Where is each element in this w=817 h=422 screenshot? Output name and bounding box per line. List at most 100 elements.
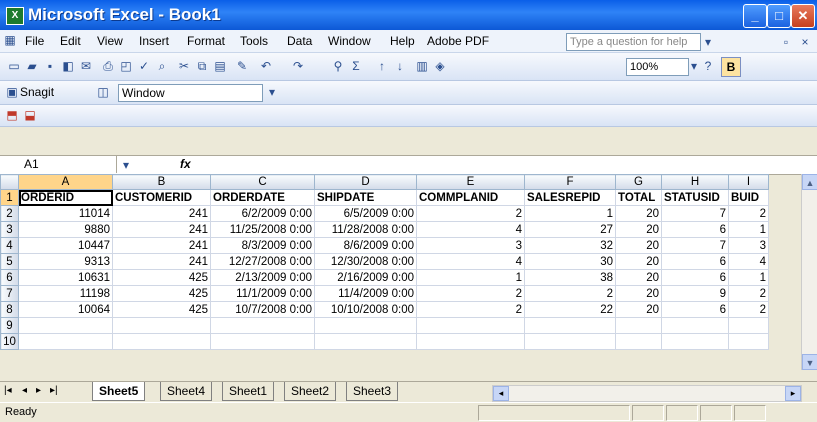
row-header[interactable]: 4 bbox=[0, 237, 19, 254]
cell[interactable]: 11/28/2008 0:00 bbox=[314, 221, 417, 238]
snagit-capture-icon[interactable]: ▣ bbox=[4, 84, 20, 100]
sort-descending-icon[interactable]: ↓ bbox=[392, 58, 408, 74]
cell[interactable]: 10631 bbox=[18, 269, 113, 286]
column-header-i[interactable]: I bbox=[728, 174, 769, 190]
email-icon[interactable]: ✉ bbox=[78, 58, 94, 74]
tab-sheet4[interactable]: Sheet4 bbox=[160, 382, 213, 401]
print-icon[interactable]: ⎙ bbox=[100, 58, 116, 74]
cell[interactable]: SALESREPID bbox=[524, 189, 616, 206]
cell[interactable]: 22 bbox=[524, 301, 616, 318]
cell[interactable]: 11198 bbox=[18, 285, 113, 302]
copy-icon[interactable]: ⧉ bbox=[194, 58, 210, 74]
new-icon[interactable]: ▭ bbox=[6, 58, 22, 74]
minimize-button[interactable]: _ bbox=[743, 4, 767, 28]
cell[interactable] bbox=[18, 333, 113, 350]
cell[interactable]: 1 bbox=[728, 221, 769, 238]
cell[interactable] bbox=[615, 333, 662, 350]
menu-tools[interactable]: Tools bbox=[240, 34, 268, 48]
cell[interactable] bbox=[112, 333, 211, 350]
print-preview-icon[interactable]: ◰ bbox=[118, 58, 134, 74]
cell[interactable]: 20 bbox=[615, 285, 662, 302]
cell[interactable]: 4 bbox=[728, 253, 769, 270]
cell[interactable]: 10/10/2008 0:00 bbox=[314, 301, 417, 318]
autosum-icon[interactable]: Σ bbox=[348, 58, 364, 74]
menu-edit[interactable]: Edit bbox=[60, 34, 81, 48]
pdf-email-icon[interactable]: ⬓ bbox=[22, 107, 38, 123]
snagit-settings-icon[interactable]: ◫ bbox=[95, 84, 111, 100]
cell[interactable]: 6 bbox=[661, 301, 729, 318]
restore-workbook-icon[interactable]: ▫ bbox=[778, 34, 794, 50]
cell[interactable] bbox=[210, 317, 315, 334]
menu-file[interactable]: File bbox=[25, 34, 44, 48]
cell[interactable]: 4 bbox=[416, 221, 525, 238]
row-header[interactable]: 3 bbox=[0, 221, 19, 238]
cell[interactable]: TOTAL bbox=[615, 189, 662, 206]
cell[interactable] bbox=[524, 317, 616, 334]
hyperlink-icon[interactable]: ⚲ bbox=[330, 58, 346, 74]
capture-mode-select[interactable]: Window bbox=[118, 84, 263, 102]
horizontal-scrollbar[interactable]: ◂ ▸ bbox=[492, 385, 802, 402]
help-dropdown-icon[interactable]: ▾ bbox=[700, 34, 716, 50]
first-sheet-icon[interactable]: |◂ bbox=[4, 385, 12, 396]
cell[interactable]: 10/7/2008 0:00 bbox=[210, 301, 315, 318]
cell[interactable] bbox=[314, 333, 417, 350]
cell[interactable]: 1 bbox=[416, 269, 525, 286]
sort-ascending-icon[interactable]: ↑ bbox=[374, 58, 390, 74]
cell[interactable] bbox=[416, 333, 525, 350]
workbook-icon[interactable]: ▦ bbox=[2, 32, 18, 48]
drawing-icon[interactable]: ◈ bbox=[432, 58, 448, 74]
cell[interactable] bbox=[661, 317, 729, 334]
cell[interactable]: 241 bbox=[112, 253, 211, 270]
menu-insert[interactable]: Insert bbox=[139, 34, 169, 48]
cell[interactable] bbox=[18, 317, 113, 334]
cell[interactable]: 12/27/2008 0:00 bbox=[210, 253, 315, 270]
cell[interactable]: 2 bbox=[728, 205, 769, 222]
cell[interactable]: 11/4/2009 0:00 bbox=[314, 285, 417, 302]
cell[interactable]: 30 bbox=[524, 253, 616, 270]
cell[interactable] bbox=[728, 317, 769, 334]
cell[interactable]: 425 bbox=[112, 269, 211, 286]
cell[interactable]: ORDERID bbox=[18, 189, 113, 206]
cell[interactable]: BUID bbox=[728, 189, 769, 206]
row-header[interactable]: 6 bbox=[0, 269, 19, 286]
cell[interactable]: 20 bbox=[615, 269, 662, 286]
cell[interactable]: 2 bbox=[728, 285, 769, 302]
row-header[interactable]: 7 bbox=[0, 285, 19, 302]
help-search-input[interactable]: Type a question for help bbox=[566, 33, 701, 51]
redo-icon[interactable]: ↷ bbox=[290, 58, 306, 74]
spelling-icon[interactable]: ✓ bbox=[136, 58, 152, 74]
cell[interactable]: 2/13/2009 0:00 bbox=[210, 269, 315, 286]
bold-button[interactable]: B bbox=[721, 57, 741, 77]
cell[interactable]: 425 bbox=[112, 285, 211, 302]
cell[interactable]: 20 bbox=[615, 301, 662, 318]
cell[interactable]: 32 bbox=[524, 237, 616, 254]
cell[interactable]: 241 bbox=[112, 221, 211, 238]
help-icon[interactable]: ? bbox=[700, 58, 716, 74]
cell[interactable]: 3 bbox=[728, 237, 769, 254]
cell[interactable]: 27 bbox=[524, 221, 616, 238]
paste-icon[interactable]: ▤ bbox=[212, 58, 228, 74]
column-header-h[interactable]: H bbox=[661, 174, 729, 190]
cell[interactable]: 8/3/2009 0:00 bbox=[210, 237, 315, 254]
column-header-g[interactable]: G bbox=[615, 174, 662, 190]
column-header-b[interactable]: B bbox=[112, 174, 211, 190]
menu-view[interactable]: View bbox=[97, 34, 123, 48]
cell[interactable]: 6/5/2009 0:00 bbox=[314, 205, 417, 222]
snagit-label[interactable]: Snagit bbox=[20, 85, 54, 99]
column-header-e[interactable]: E bbox=[416, 174, 525, 190]
save-icon[interactable]: ▪ bbox=[42, 58, 58, 74]
cell[interactable]: STATUSID bbox=[661, 189, 729, 206]
cell[interactable]: 20 bbox=[615, 221, 662, 238]
row-header[interactable]: 8 bbox=[0, 301, 19, 318]
cell[interactable]: 11014 bbox=[18, 205, 113, 222]
tab-sheet3[interactable]: Sheet3 bbox=[346, 382, 399, 401]
row-header[interactable]: 10 bbox=[0, 333, 19, 350]
pdf-convert-icon[interactable]: ⬒ bbox=[4, 107, 20, 123]
menu-window[interactable]: Window bbox=[328, 34, 371, 48]
tab-sheet5[interactable]: Sheet5 bbox=[92, 382, 146, 401]
cell[interactable]: 12/30/2008 0:00 bbox=[314, 253, 417, 270]
cell[interactable]: 1 bbox=[524, 205, 616, 222]
menu-help[interactable]: Help bbox=[390, 34, 415, 48]
cell[interactable]: 11/25/2008 0:00 bbox=[210, 221, 315, 238]
cell[interactable]: 38 bbox=[524, 269, 616, 286]
